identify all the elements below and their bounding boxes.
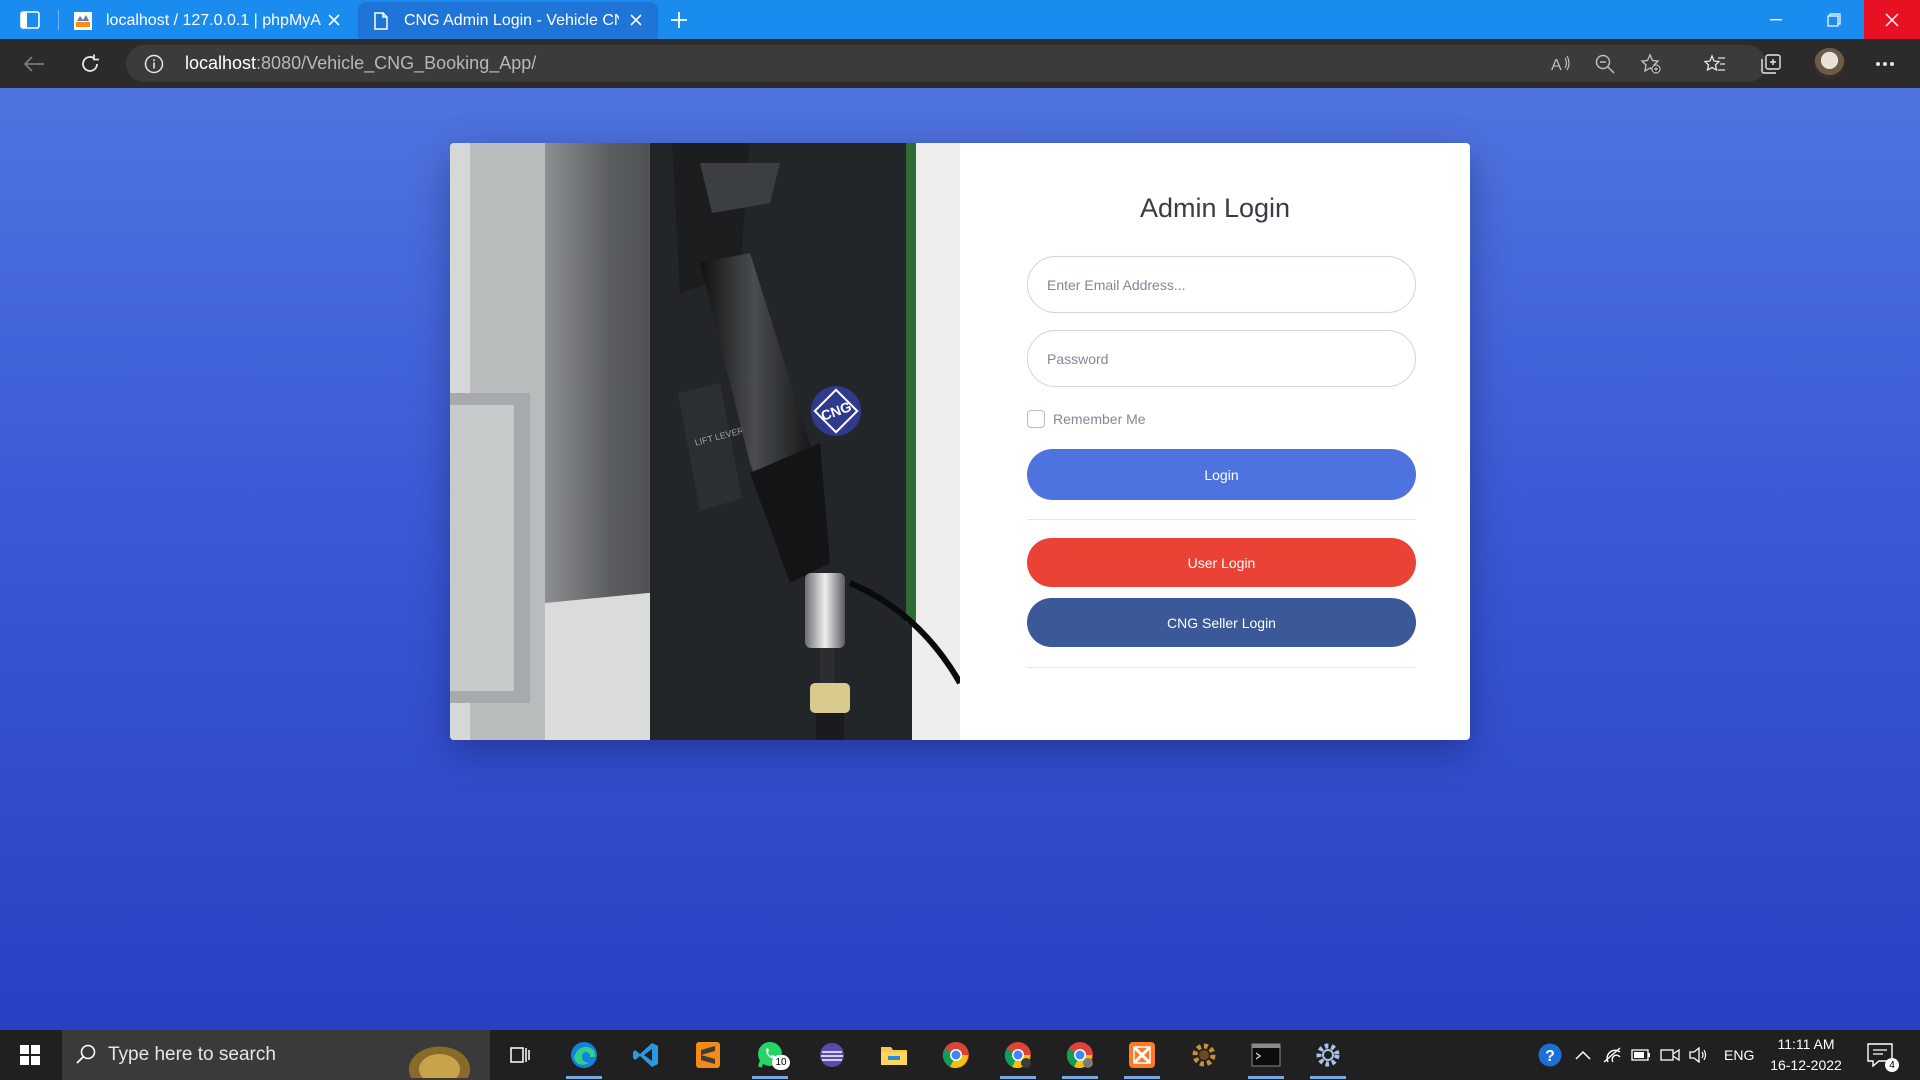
whatsapp-badge: 10 [772,1055,790,1070]
favorites-icon[interactable] [1702,51,1728,77]
sublime-text-icon[interactable] [682,1035,734,1075]
collections-icon[interactable] [1758,51,1784,77]
search-icon [76,1044,96,1064]
login-button[interactable]: Login [1027,449,1416,500]
divider [1027,519,1416,520]
url-path: :8080/Vehicle_CNG_Booking_App/ [256,53,537,73]
vscode-icon[interactable] [620,1035,672,1075]
language-indicator[interactable]: ENG [1724,1047,1754,1063]
chrome-icon[interactable] [930,1035,982,1075]
tab-divider [58,10,59,30]
clock-date: 16-12-2022 [1770,1057,1842,1073]
user-login-button[interactable]: User Login [1027,538,1416,587]
cng-seller-login-button[interactable]: CNG Seller Login [1027,598,1416,647]
zoom-out-icon[interactable] [1592,51,1618,77]
site-info-icon[interactable] [144,54,164,74]
divider [1027,667,1416,668]
minimize-icon[interactable] [1748,0,1804,39]
system-clock[interactable]: 11:11 AM 16-12-2022 [1760,1034,1852,1076]
volume-icon[interactable] [1688,1044,1710,1066]
url-host: localhost [185,53,257,73]
url-text[interactable]: localhost:8080/Vehicle_CNG_Booking_App/ [185,53,536,74]
remember-me-label: Remember Me [1053,411,1146,427]
settings-gear-app-icon[interactable] [1178,1035,1230,1075]
chevron-up-icon[interactable] [1572,1044,1594,1066]
tab-title: CNG Admin Login - Vehicle CNG Booking [404,11,619,29]
media-player-icon[interactable] [806,1035,858,1075]
more-menu-icon[interactable] [1872,51,1898,77]
page-favicon-icon [374,11,388,30]
new-tab-plus-icon[interactable] [666,8,692,32]
page-background: LIFT LEVER TO START CNG Admin Login Ente… [0,88,1920,1030]
terminal-icon[interactable] [1240,1035,1292,1079]
browser-toolbar: localhost:8080/Vehicle_CNG_Booking_App/ … [0,39,1920,88]
read-aloud-icon[interactable]: A [1548,51,1574,77]
browser-tab-bar: localhost / 127.0.0.1 | phpMyAdmin CNG A… [0,0,1920,39]
remember-me-checkbox[interactable] [1027,410,1045,428]
taskbar-search-box[interactable]: Type here to search [62,1030,490,1080]
remember-me[interactable]: Remember Me [1027,410,1146,428]
whatsapp-icon[interactable]: 10 [744,1035,796,1079]
search-highlight-image [392,1034,487,1078]
tab-title: localhost / 127.0.0.1 | phpMyAdmin [106,11,321,29]
cng-badge-icon: CNG [811,386,861,436]
chrome-profile-icon[interactable] [1054,1035,1106,1079]
xampp-icon[interactable] [1116,1035,1168,1079]
tab-close-icon[interactable] [324,10,344,30]
back-arrow-icon[interactable] [20,50,48,78]
password-input[interactable] [1027,330,1416,387]
svg-text:?: ? [1545,1048,1555,1065]
add-favorite-icon[interactable] [1638,51,1664,77]
chrome-profile-icon[interactable] [992,1035,1044,1079]
refresh-icon[interactable] [76,50,104,78]
settings-icon[interactable] [1302,1035,1354,1079]
login-card: LIFT LEVER TO START CNG Admin Login Ente… [450,143,1470,740]
meet-now-icon[interactable] [1659,1044,1681,1066]
address-bar[interactable]: localhost:8080/Vehicle_CNG_Booking_App/ [126,45,1766,82]
battery-icon[interactable] [1630,1044,1652,1066]
svg-text:A: A [1551,57,1562,74]
restore-icon[interactable] [1806,0,1862,39]
cng-nozzle-image: LIFT LEVER TO START CNG [450,143,960,740]
task-view-icon[interactable] [494,1035,546,1075]
phpmyadmin-favicon-icon [74,11,92,30]
email-input[interactable] [1027,256,1416,313]
windows-start-icon[interactable] [10,1039,50,1071]
edge-browser-icon[interactable] [558,1035,610,1079]
clock-time: 11:11 AM [1777,1036,1835,1052]
wifi-icon[interactable] [1601,1044,1623,1066]
file-explorer-icon[interactable] [868,1035,920,1075]
profile-avatar[interactable] [1814,48,1845,79]
tab-actions-icon[interactable] [16,8,44,32]
notification-count: 4 [1885,1058,1899,1072]
search-placeholder: Type here to search [108,1044,276,1065]
login-form: Admin Login Remember Me Login User Login… [960,143,1470,740]
windows-taskbar: Type here to search 10 ? ENG 11:11 AM 16… [0,1030,1920,1080]
tab-close-icon[interactable] [626,10,646,30]
help-icon[interactable]: ? [1536,1041,1564,1069]
close-window-icon[interactable] [1864,0,1920,39]
tab-cng-admin-login[interactable]: CNG Admin Login - Vehicle CNG Booking [358,2,658,39]
tab-phpmyadmin[interactable]: localhost / 127.0.0.1 | phpMyAdmin [60,2,356,39]
page-title: Admin Login [1139,193,1291,223]
